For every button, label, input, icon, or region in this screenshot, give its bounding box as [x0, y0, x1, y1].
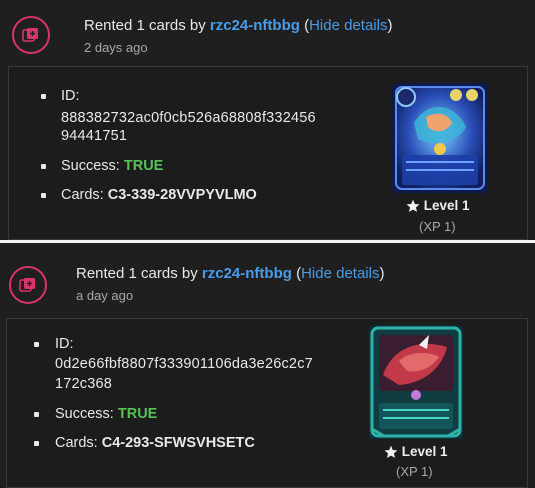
paren-open: (	[291, 265, 302, 282]
paren-open: (	[299, 17, 310, 34]
cards-value: C4-293-SFWSVHSETC	[101, 435, 255, 451]
success-row: Success: TRUE	[55, 404, 157, 425]
cards-label: Cards:	[61, 187, 108, 203]
avatar	[12, 16, 50, 54]
paren-close: )	[379, 265, 385, 282]
hide-details-link[interactable]: Hide details	[301, 265, 379, 282]
cards-value: C3-339-28VVPYVLMO	[107, 187, 257, 203]
success-value: TRUE	[117, 406, 158, 422]
red-dragon-teal-frame-card[interactable]	[369, 325, 463, 439]
success-label: Success:	[55, 406, 118, 422]
bullet	[34, 412, 39, 417]
blue-water-monster-card[interactable]	[392, 83, 488, 193]
level-text: Level 1	[423, 198, 470, 213]
user-link[interactable]: rzc24-nftbbg	[210, 17, 300, 34]
card-level: Level 1	[406, 198, 470, 213]
timestamp: a day ago	[76, 288, 134, 303]
card-art	[392, 83, 488, 193]
user-link[interactable]: rzc24-nftbbg	[202, 265, 292, 282]
card-xp: (XP 1)	[396, 464, 433, 479]
headline-text: Rented 1 cards by	[84, 17, 210, 34]
rental-headline: Rented 1 cards by rzc24-nftbbg (Hide det…	[76, 265, 384, 282]
success-label: Success:	[61, 158, 124, 174]
bullet	[41, 193, 46, 198]
rental-entry: Rented 1 cards by rzc24-nftbbg (Hide det…	[0, 0, 535, 240]
card-level: Level 1	[384, 444, 448, 459]
cards-row: Cards: C4-293-SFWSVHSETC	[55, 433, 255, 454]
avatar	[9, 266, 47, 304]
star-icon	[384, 445, 398, 458]
cards-row: Cards: C3-339-28VVPYVLMO	[61, 185, 257, 206]
bullet	[41, 94, 46, 99]
paren-close: )	[387, 17, 393, 34]
star-icon	[406, 199, 420, 212]
id-value-line-1: 0d2e66fbf8807f333901106da3e26c2c7	[55, 356, 313, 372]
id-label: ID:	[61, 88, 80, 104]
details-panel: ID: 0d2e66fbf8807f333901106da3e26c2c7 17…	[6, 318, 528, 488]
timestamp: 2 days ago	[84, 40, 148, 55]
card-xp: (XP 1)	[419, 219, 456, 234]
id-value-line-2: 94441751	[61, 128, 128, 144]
card-rental-icon	[19, 278, 35, 292]
level-text: Level 1	[401, 444, 448, 459]
bullet	[41, 164, 46, 169]
cards-label: Cards:	[55, 435, 102, 451]
bullet	[34, 342, 39, 347]
details-panel: ID: 888382732ac0f0cb526a68808f332456 944…	[8, 66, 528, 240]
rental-headline: Rented 1 cards by rzc24-nftbbg (Hide det…	[84, 17, 392, 34]
id-label: ID:	[55, 336, 74, 352]
card-art	[369, 325, 463, 439]
rental-entry: Rented 1 cards by rzc24-nftbbg (Hide det…	[0, 243, 535, 488]
success-row: Success: TRUE	[61, 156, 163, 177]
hide-details-link[interactable]: Hide details	[309, 17, 387, 34]
success-value: TRUE	[123, 158, 164, 174]
id-value-line-2: 172c368	[55, 376, 113, 392]
bullet	[34, 441, 39, 446]
card-rental-icon	[22, 28, 38, 42]
headline-text: Rented 1 cards by	[76, 265, 202, 282]
